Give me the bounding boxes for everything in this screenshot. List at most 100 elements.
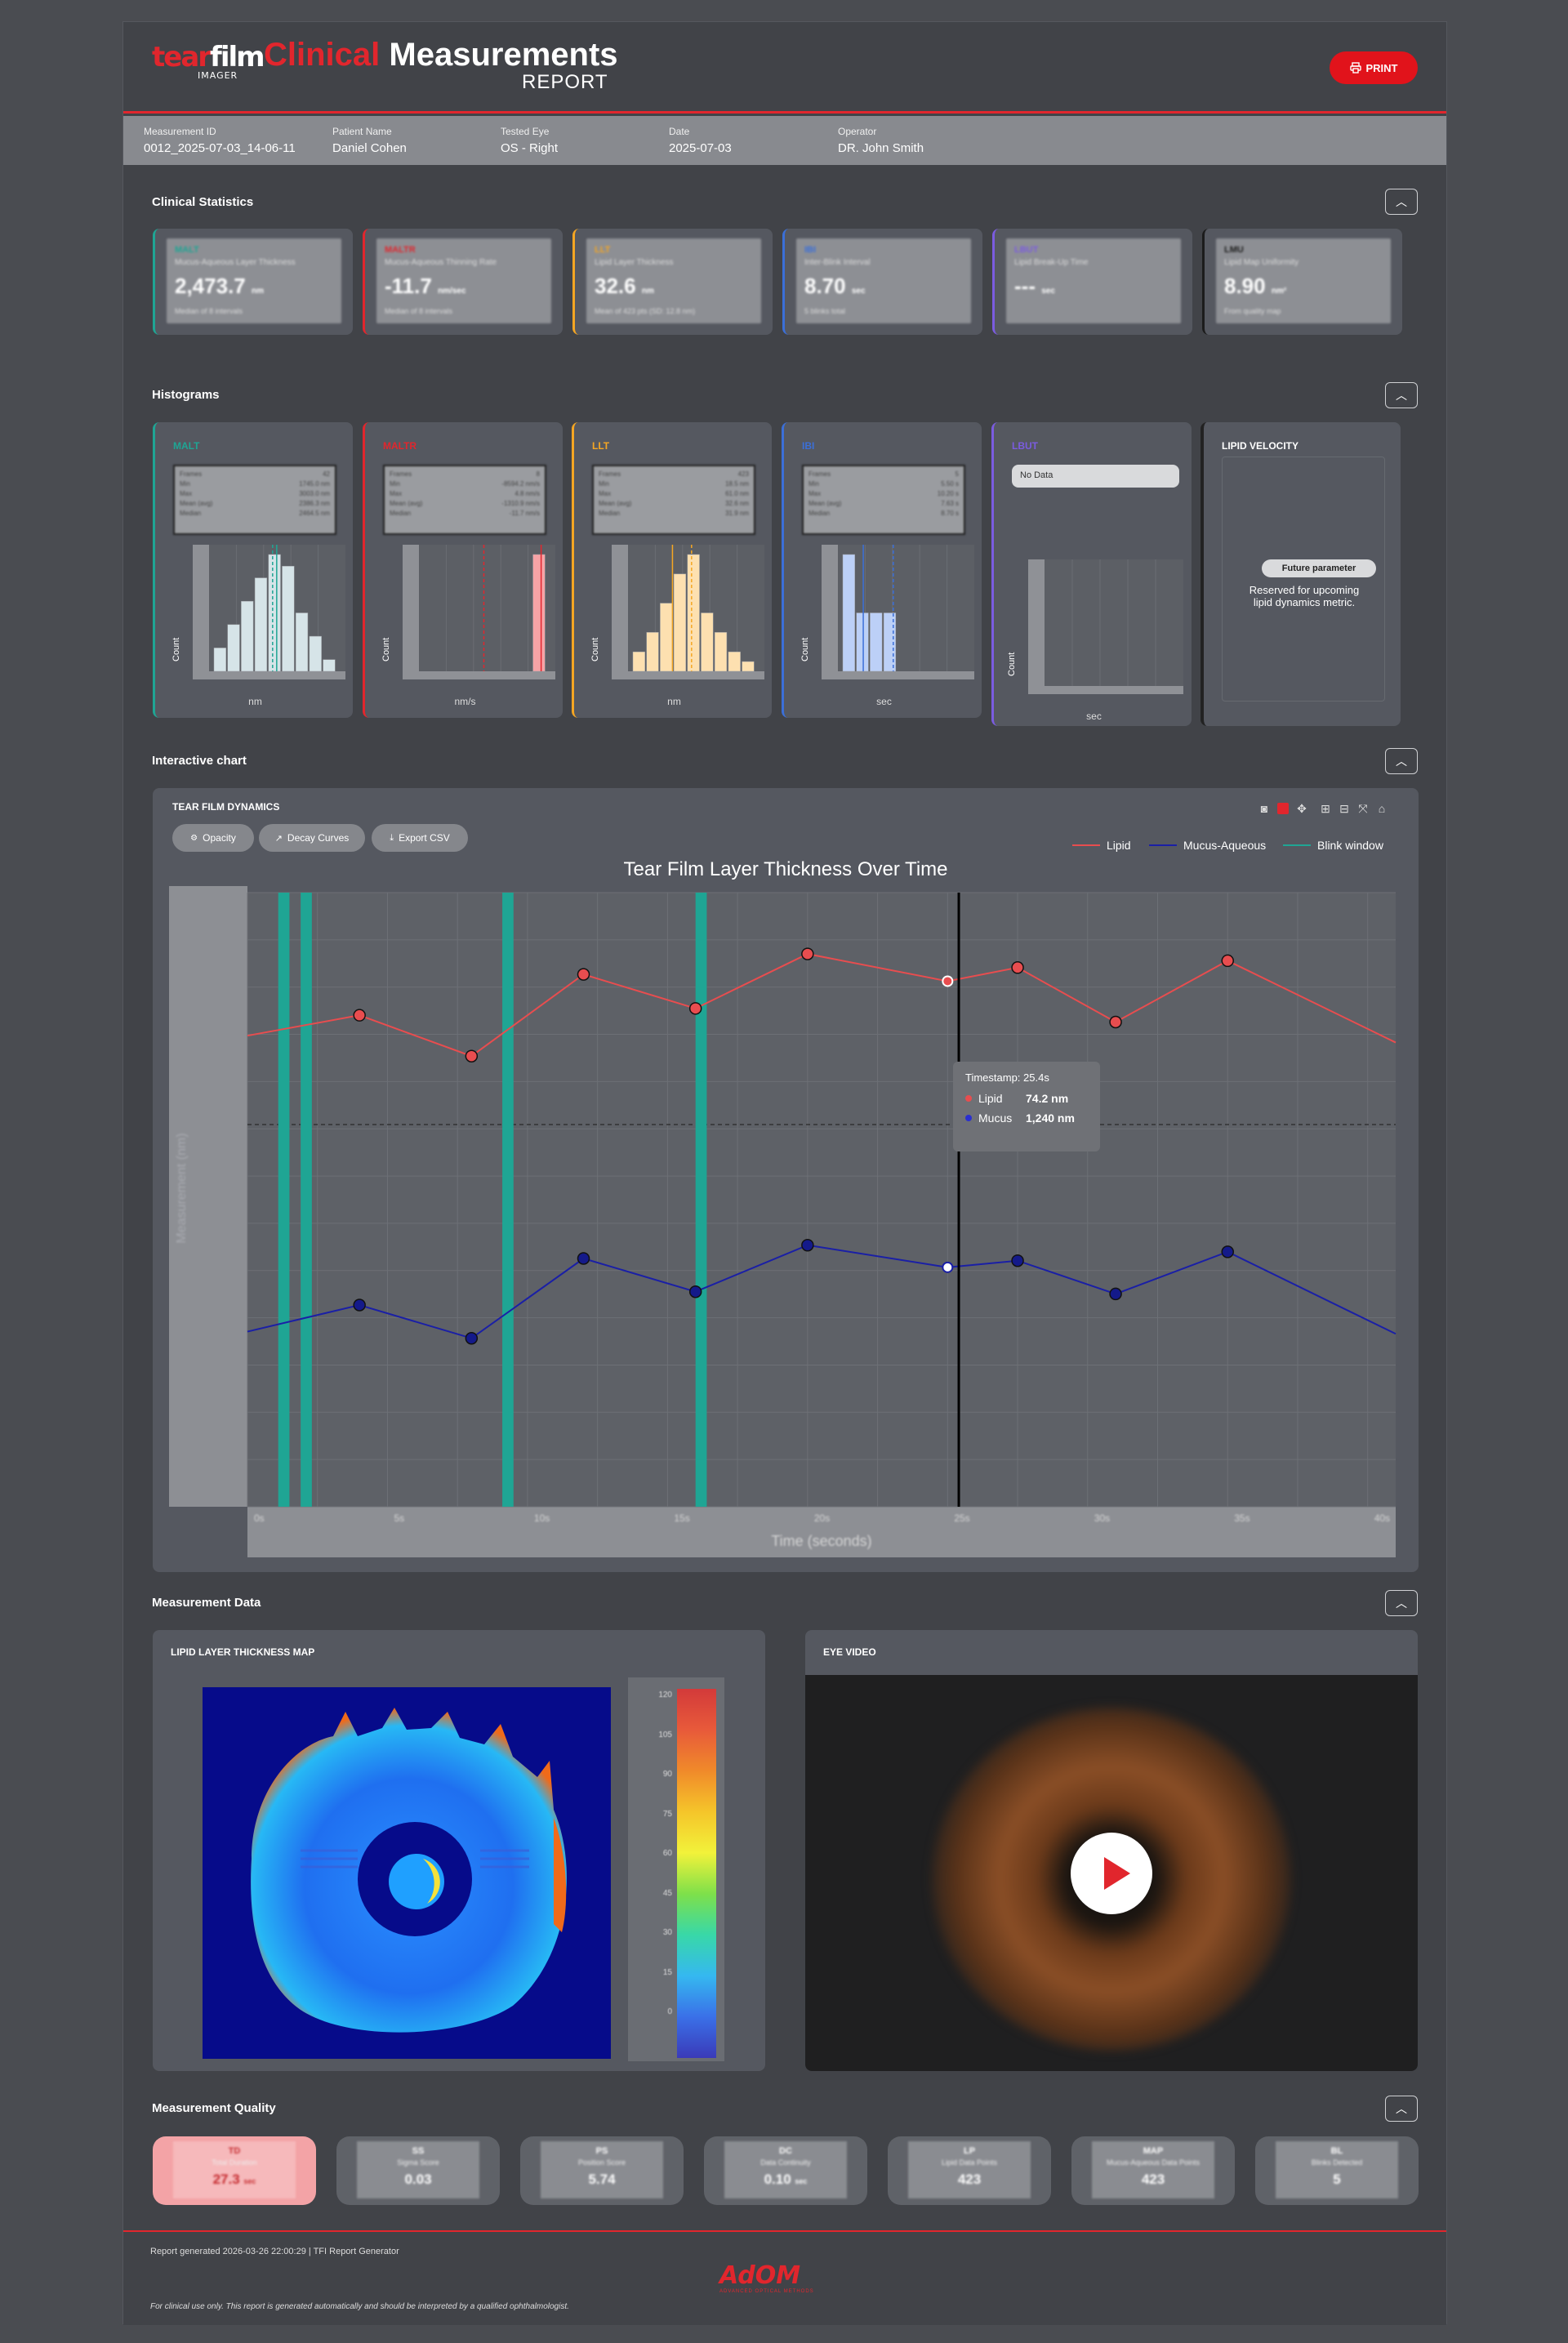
quality-value: 423 (1141, 2172, 1165, 2187)
stat-card-maltr: MALTR Mucus-Aqueous Thinning Rate -11.7 nm… (363, 229, 563, 335)
histogram-stat-row: Max 61.0 nm (599, 490, 749, 497)
histogram-plot (403, 545, 555, 679)
home-icon[interactable]: ⌂ (1374, 801, 1389, 816)
data-point-lipid (942, 975, 954, 987)
stat-abbr: MALTR (385, 245, 416, 255)
tear-film-chart[interactable]: Measurement (nm) 0s 5s 10s 15s 20s 25s 30s 35s 40… (169, 886, 1402, 1560)
quality-name: Lipid Data Points (941, 2158, 998, 2167)
histogram-bar (268, 554, 281, 672)
stat-card-content: LMU Lipid Map Uniformity 8.90 nm² From qual… (1216, 238, 1391, 323)
lipid-velocity-card: LIPID VELOCITY Future parameter Reserved… (1200, 422, 1401, 726)
stat-value: --- (1014, 274, 1036, 298)
stat-unit: nm (251, 287, 264, 296)
histogram-x-unit: nm (248, 696, 262, 707)
lipid-velocity-description: Reserved for upcoming lipid dynamics met… (1249, 584, 1360, 608)
info-date: Date 2025-07-03 (669, 126, 732, 155)
export-csv-button[interactable]: ⤓ Export CSV (372, 824, 468, 852)
stat-name: Mucus-Aqueous Thinning Rate (385, 258, 497, 267)
measurement-info-bar: Measurement ID 0012_2025-07-03_14-06-11 P… (123, 116, 1446, 165)
zoom-out-icon[interactable]: ⊟ (1337, 801, 1352, 816)
quality-card-content: SS Sigma Score 0.03 (357, 2141, 479, 2198)
zoom-icon[interactable] (1276, 801, 1290, 816)
zoom-in-icon[interactable]: ⊞ (1318, 801, 1333, 816)
quality-card-ps: PS Position Score 5.74 (520, 2136, 684, 2205)
stat-unit: sec (851, 287, 866, 296)
quality-card-content: DC Data Continuity 0.10 sec (724, 2141, 847, 2198)
histogram-card-maltr: MALTR Frames 8 Min -8594.2 nm/s Max 4.8 nm/s Me… (363, 422, 563, 718)
histogram-stat-row: Min 18.5 nm (599, 480, 749, 488)
histogram-stats-box: Frames 8 Min -8594.2 nm/s Max 4.8 nm/s Mean (a… (383, 465, 546, 535)
blink-window (301, 893, 312, 1507)
stat-value-row: --- sec (1014, 274, 1173, 299)
stat-card-ibi: IBI Inter-Blink Interval 8.70 sec 5 blinks … (782, 229, 982, 335)
y-axis-band (403, 545, 419, 679)
quality-value: 5 (1333, 2172, 1341, 2187)
play-button[interactable] (1071, 1833, 1152, 1914)
x-tick-label: 20s (814, 1512, 830, 1524)
collapse-measurement-data-button[interactable]: ︿ (1385, 1590, 1418, 1616)
collapse-clinical-statistics-button[interactable]: ︿ (1385, 189, 1418, 215)
colorbar-tick-label: 75 (662, 1809, 672, 1819)
autoscale-icon[interactable]: ⤧ (1356, 801, 1370, 816)
legend-mucus-aqueous[interactable]: Mucus-Aqueous (1149, 839, 1266, 852)
data-point-mucus (353, 1298, 366, 1312)
quality-unit: sec (795, 2177, 808, 2185)
quality-abbr: TD (228, 2146, 241, 2156)
legend-lipid[interactable]: Lipid (1072, 839, 1131, 852)
lipid-thickness-heatmap (203, 1687, 611, 2059)
quality-value-row: 0.03 (357, 2172, 479, 2188)
stat-card-malt: MALT Mucus-Aqueous Layer Thickness 2,473.7… (153, 229, 353, 335)
eye-video-player[interactable] (805, 1675, 1418, 2071)
stat-name: Inter-Blink Interval (804, 258, 871, 267)
y-axis-label: Measurement (nm) (175, 1133, 189, 1243)
x-tick-label: 35s (1234, 1512, 1250, 1524)
legend-lipid-swatch (1072, 844, 1100, 846)
histogram-x-unit: nm (667, 696, 681, 707)
collapse-interactive-chart-button[interactable]: ︿ (1385, 748, 1418, 774)
decay-curves-button[interactable]: ↗ Decay Curves (259, 824, 365, 852)
report-title: Clinical Measurements (264, 37, 618, 73)
histogram-bar (532, 554, 546, 672)
report-footer: Report generated 2026-03-26 22:00:29 | T… (123, 2230, 1446, 2325)
chart-title: Tear Film Layer Thickness Over Time (623, 858, 948, 880)
camera-icon[interactable]: ◙ (1257, 801, 1272, 816)
stat-card-llt: LLT Lipid Layer Thickness 32.6 nm Mean of 4… (572, 229, 773, 335)
stat-name: Mucus-Aqueous Layer Thickness (175, 258, 296, 267)
print-button[interactable]: PRINT (1330, 51, 1418, 84)
x-tick-label: 5s (394, 1512, 404, 1524)
colorbar-tick-label: 60 (662, 1849, 672, 1858)
x-axis-band (403, 671, 555, 679)
pan-icon[interactable]: ✥ (1294, 801, 1309, 816)
histogram-bar (673, 573, 687, 672)
collapse-measurement-quality-button[interactable]: ︿ (1385, 2096, 1418, 2122)
chevron-up-icon: ︿ (1396, 2102, 1407, 2115)
stat-card-content: LLT Lipid Layer Thickness 32.6 nm Mean of 4… (586, 238, 761, 323)
quality-value-row: 423 (908, 2172, 1031, 2188)
collapse-histograms-button[interactable]: ︿ (1385, 382, 1418, 408)
opacity-button[interactable]: ⚙ Opacity (172, 824, 254, 852)
quality-unit: sec (243, 2177, 256, 2185)
histogram-bar (701, 612, 714, 672)
quality-name: Data Continuity (760, 2158, 811, 2167)
quality-value: 27.3 (212, 2172, 240, 2187)
data-point-mucus (688, 1285, 702, 1298)
no-data-badge: No Data (1012, 465, 1179, 488)
play-icon (1104, 1857, 1130, 1890)
histogram-bar (309, 635, 322, 672)
histogram-bar (842, 554, 855, 672)
stat-value-row: 2,473.7 nm (175, 274, 333, 299)
histogram-label: IBI (802, 440, 815, 452)
histogram-bar (856, 612, 869, 672)
legend-blink-window[interactable]: Blink window (1283, 839, 1383, 852)
x-tick-label: 10s (534, 1512, 550, 1524)
histogram-plot (193, 545, 345, 679)
colorbar-gradient (677, 1689, 716, 2058)
tooltip-mucus-row: Mucus 1,240 nm (965, 1111, 1088, 1125)
lipid-map-title: LIPID LAYER THICKNESS MAP (171, 1646, 315, 1658)
quality-name: Mucus-Aqueous Data Points (1106, 2158, 1200, 2167)
histogram-label: MALTR (383, 440, 417, 452)
quality-abbr: MAP (1143, 2146, 1164, 2156)
histogram-bar (254, 577, 268, 672)
stat-unit: nm (641, 287, 654, 296)
data-point-lipid (1011, 961, 1024, 974)
